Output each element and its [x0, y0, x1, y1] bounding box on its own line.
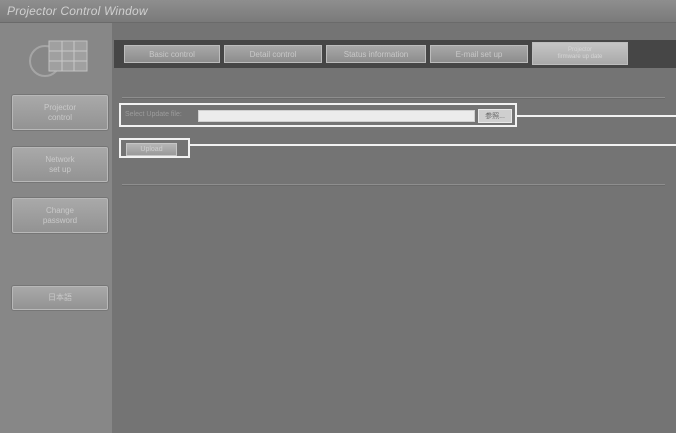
tab-status-information[interactable]: Status information	[326, 45, 426, 63]
upload-frame: Upload	[119, 138, 190, 158]
tab-label: firmware up date	[557, 53, 603, 60]
tab-label: Basic control	[149, 49, 195, 59]
upload-button-label: Upload	[140, 146, 163, 153]
tab-bar: Basic control Detail control Status info…	[114, 40, 676, 68]
tab-label: E-mail set up	[455, 49, 503, 59]
sidebar-item-projector-control[interactable]: Projector control	[12, 95, 108, 130]
sidebar-item-label: 日本語	[48, 293, 72, 302]
sidebar-item-label: control	[47, 112, 72, 122]
sidebar-item-japanese[interactable]: 日本語	[12, 286, 108, 310]
window-title: Projector Control Window	[7, 4, 148, 18]
update-file-label: Select Update file:	[125, 111, 182, 118]
sidebar-item-label: password	[42, 215, 78, 225]
sidebar-item-network-set-up[interactable]: Network set up	[12, 147, 108, 182]
tab-basic-control[interactable]: Basic control	[124, 45, 220, 63]
callout-line	[517, 115, 676, 117]
upload-button[interactable]: Upload	[126, 143, 177, 156]
main-content: Basic control Detail control Status info…	[112, 23, 676, 433]
sidebar-item-label: set up	[49, 164, 71, 174]
update-file-row: Select Update file: 参照...	[119, 103, 517, 127]
tab-label: Detail control	[249, 49, 297, 59]
callout-line	[190, 144, 676, 146]
projector-control-window: Projector Control Window Projector contr…	[0, 0, 676, 433]
browse-button[interactable]: 参照...	[478, 109, 512, 123]
tab-label: Status information	[343, 49, 409, 59]
divider	[122, 184, 665, 186]
tab-label: Projector	[567, 46, 592, 53]
tab-projector-firmware-update[interactable]: Projector firmware up date	[532, 42, 628, 65]
title-bar: Projector Control Window	[0, 0, 676, 23]
sidebar-item-change-password[interactable]: Change password	[12, 198, 108, 233]
divider	[122, 97, 665, 99]
tab-email-set-up[interactable]: E-mail set up	[430, 45, 528, 63]
update-file-input[interactable]	[198, 110, 475, 122]
sidebar: Projector control Network set up Change …	[0, 23, 112, 433]
sidebar-item-label: Projector	[43, 102, 76, 112]
browse-button-label: 参照...	[485, 113, 505, 120]
tab-detail-control[interactable]: Detail control	[224, 45, 322, 63]
logo-icon	[29, 40, 88, 77]
sidebar-item-label: Network	[45, 154, 75, 164]
sidebar-item-label: Change	[45, 205, 75, 215]
